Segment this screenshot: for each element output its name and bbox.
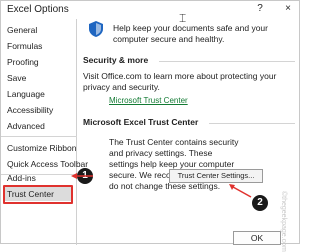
ok-button[interactable]: OK bbox=[233, 231, 281, 245]
security-heading: Security & more bbox=[83, 55, 149, 65]
section-divider bbox=[159, 61, 295, 62]
microsoft-trust-center-link[interactable]: Microsoft Trust Center bbox=[109, 96, 188, 105]
sidebar-item-general[interactable]: General bbox=[7, 23, 37, 37]
trust-center-highlight bbox=[3, 185, 73, 204]
sidebar-item-save[interactable]: Save bbox=[7, 71, 26, 85]
shield-icon bbox=[89, 21, 103, 37]
sidebar-item-proofing[interactable]: Proofing bbox=[7, 55, 39, 69]
help-button[interactable]: ? bbox=[253, 2, 267, 16]
intro-text: Help keep your documents safe and your c… bbox=[113, 23, 268, 44]
section-divider bbox=[209, 123, 295, 124]
trust-center-settings-button[interactable]: Trust Center Settings... bbox=[169, 169, 263, 183]
window-title: Excel Options bbox=[7, 4, 69, 15]
trust-center-pane: Help keep your documents safe and your c… bbox=[79, 19, 299, 245]
sidebar-item-language[interactable]: Language bbox=[7, 87, 45, 101]
options-sidebar: General Formulas Proofing Save Language … bbox=[1, 19, 88, 245]
sidebar-divider bbox=[1, 136, 77, 137]
sidebar-item-customize-ribbon[interactable]: Customize Ribbon bbox=[7, 141, 76, 155]
excel-options-window: Excel Options ? × General Formulas Proof… bbox=[0, 0, 301, 252]
sidebar-item-accessibility[interactable]: Accessibility bbox=[7, 103, 53, 117]
step-badge-2: 2 bbox=[252, 195, 268, 211]
sidebar-item-add-ins[interactable]: Add-ins bbox=[7, 171, 36, 185]
trust-center-text: The Trust Center contains security and p… bbox=[109, 137, 239, 191]
sidebar-item-formulas[interactable]: Formulas bbox=[7, 39, 42, 53]
watermark: ©thegeekpage.com bbox=[280, 191, 287, 252]
close-button[interactable]: × bbox=[281, 2, 295, 16]
sidebar-item-quick-access-toolbar[interactable]: Quick Access Toolbar bbox=[7, 157, 88, 171]
security-text: Visit Office.com to learn more about pro… bbox=[83, 71, 277, 92]
title-bar: Excel Options ? × bbox=[1, 1, 301, 19]
cursor-icon: ⌶ bbox=[179, 11, 187, 25]
step-badge-1: 1 bbox=[77, 168, 93, 184]
trust-center-heading: Microsoft Excel Trust Center bbox=[83, 117, 199, 127]
sidebar-item-advanced[interactable]: Advanced bbox=[7, 119, 45, 133]
